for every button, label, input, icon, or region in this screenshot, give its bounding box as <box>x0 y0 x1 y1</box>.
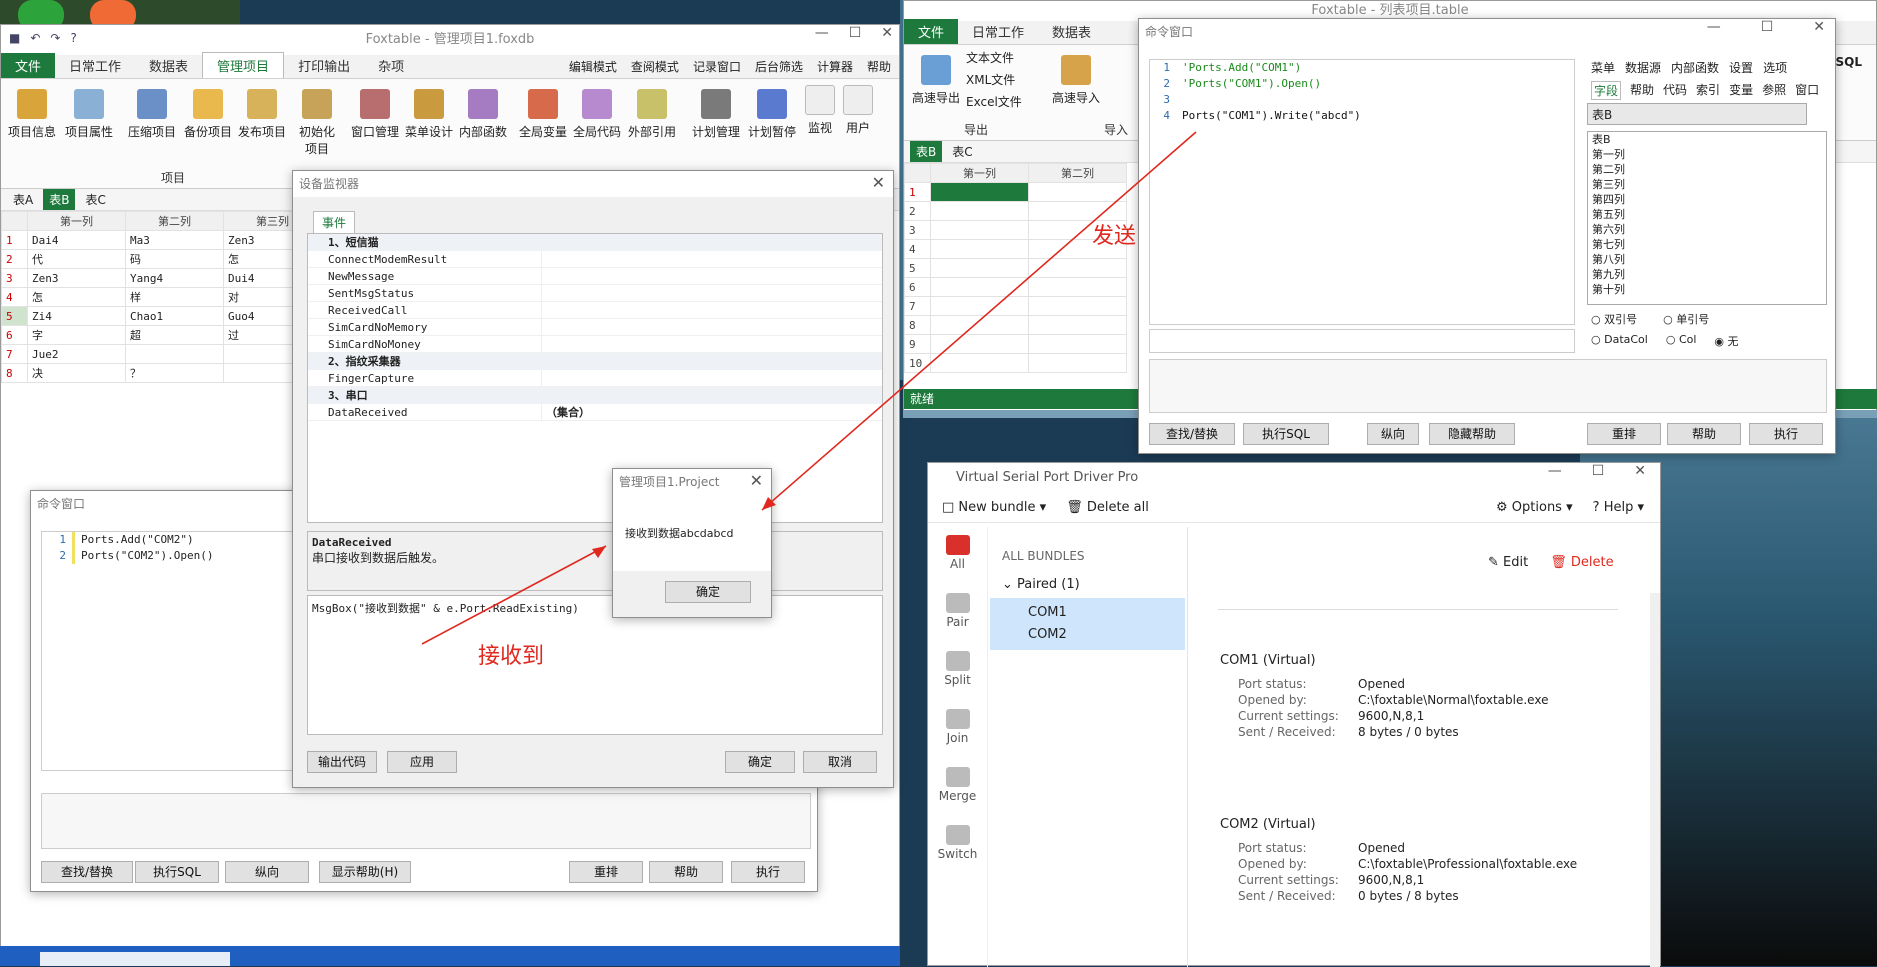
receive-annotation: 接收到 <box>478 644 545 669</box>
arrowhead-icon <box>592 546 606 558</box>
send-arrow <box>761 131 1197 511</box>
receive-arrow <box>421 545 607 645</box>
send-annotation: 发送 <box>1092 224 1137 249</box>
annotation-arrows <box>421 131 1197 645</box>
